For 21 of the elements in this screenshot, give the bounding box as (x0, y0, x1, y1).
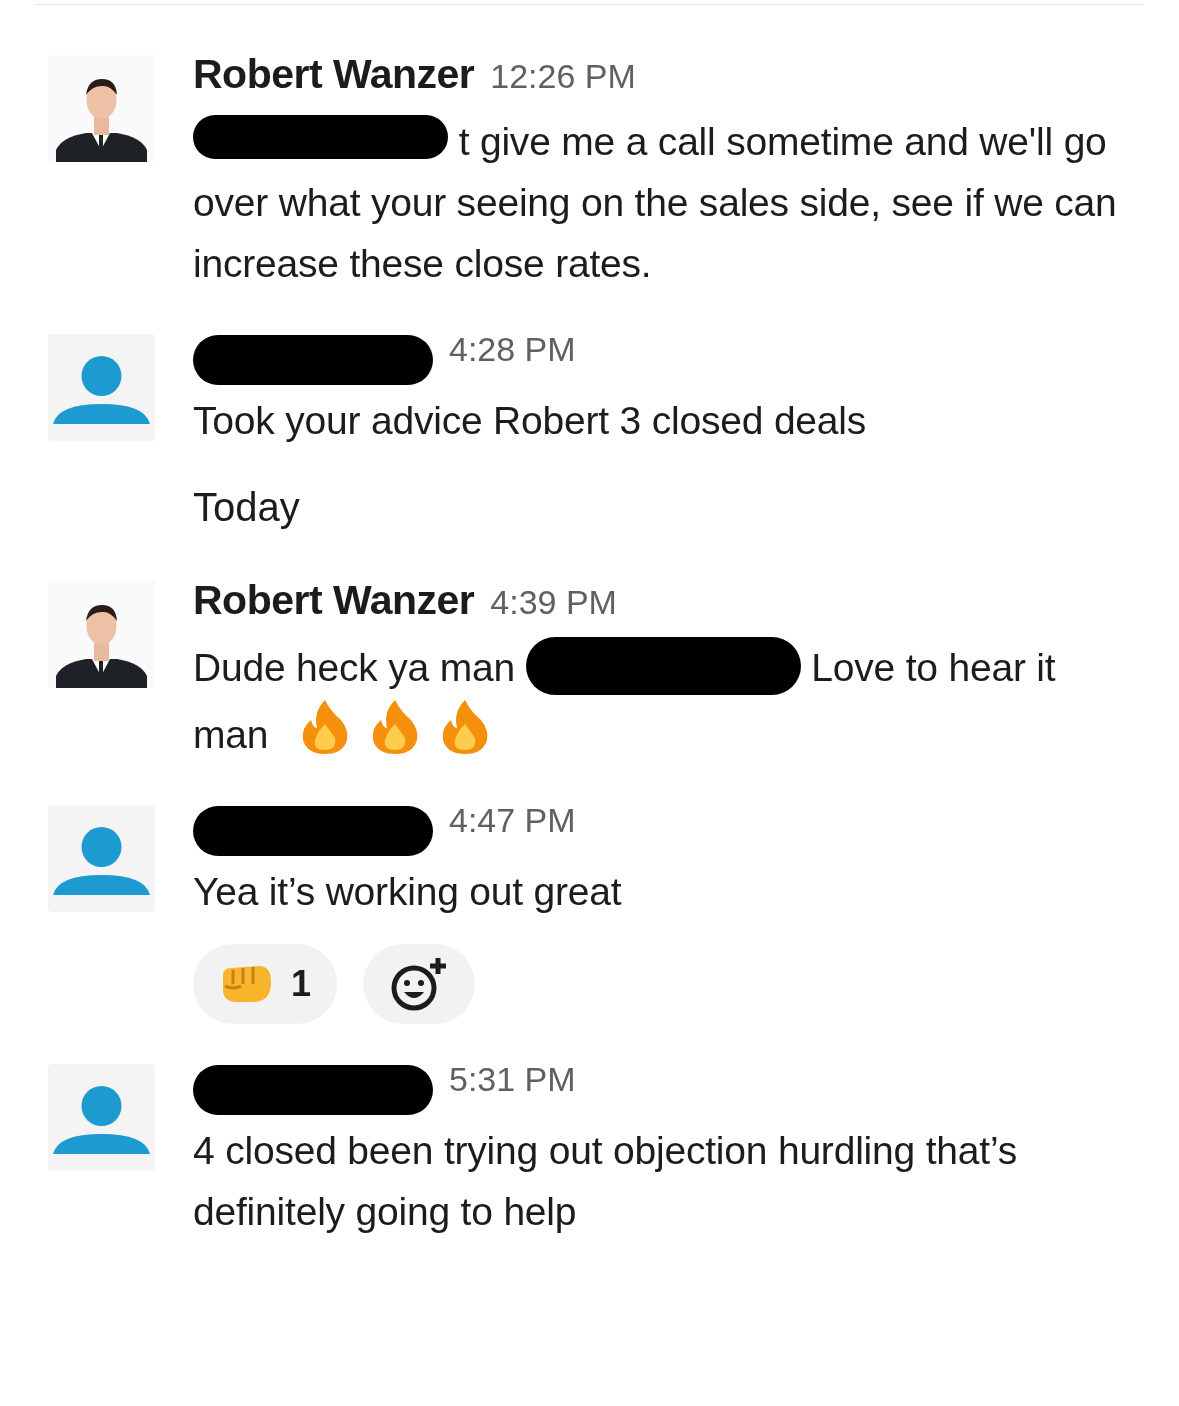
fire-icon (300, 698, 349, 756)
fire-icon (370, 698, 419, 756)
message-text: 4 closed been trying out objection hurdling that’s definitely going to help (193, 1128, 1018, 1235)
avatar-icon (48, 805, 155, 912)
timestamp: 5:31 PM (449, 1060, 576, 1099)
reaction-button[interactable]: 1 (193, 944, 338, 1024)
timestamp: 4:47 PM (449, 801, 576, 840)
message-text: Yea it’s working out great (193, 869, 623, 915)
avatar-icon (48, 334, 155, 441)
fire-icon (440, 698, 489, 756)
message-text: t give me a call sometime and we'll go over what your seeing on the sales side, see if we can increase these close rates. (193, 111, 1138, 294)
timestamp: 4:28 PM (449, 330, 576, 369)
message-text: Took your advice Robert 3 closed deals (193, 398, 868, 444)
author-name[interactable]: Robert Wanzer (193, 577, 475, 624)
day-divider: Today (193, 484, 301, 531)
message-text: Dude heck ya man Love to hear it man (193, 637, 1138, 765)
author-name[interactable]: Robert Wanzer (193, 51, 475, 98)
avatar-icon (48, 1064, 155, 1171)
timestamp: 4:39 PM (490, 583, 617, 622)
add-emoji-icon (390, 956, 449, 1012)
timestamp: 12:26 PM (490, 57, 636, 96)
